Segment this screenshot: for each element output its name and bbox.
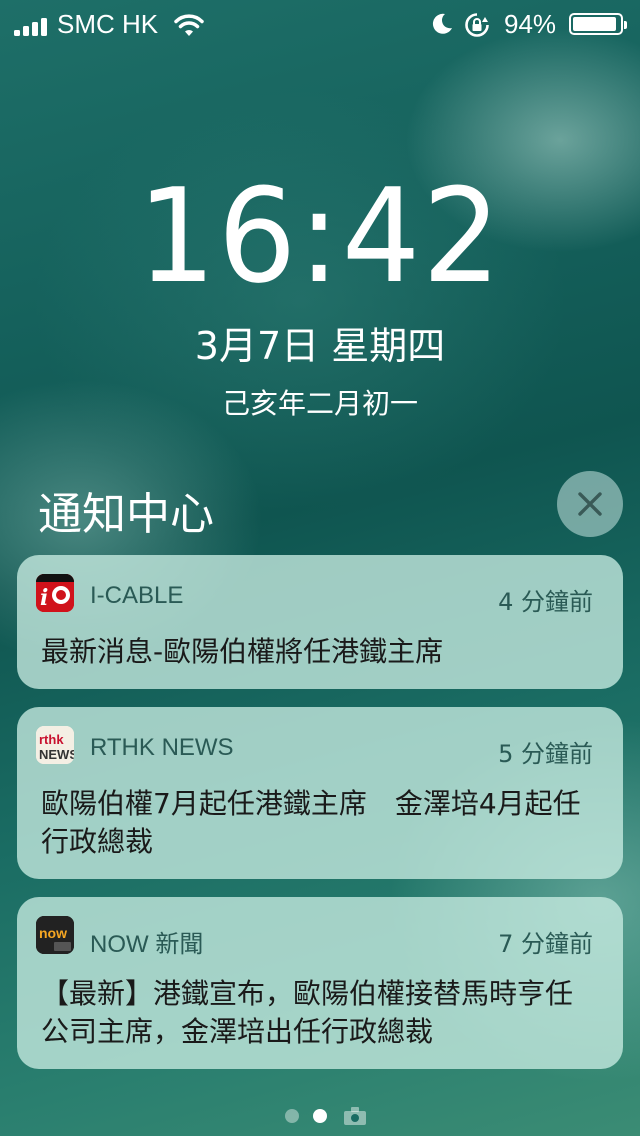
notification-time: 4 分鐘前 (498, 588, 593, 616)
notification-message: 【最新】港鐵宣布，歐陽伯權接替馬時亨任公司主席，金澤培出任行政總裁 (41, 977, 574, 1048)
svg-text:NEWS: NEWS (39, 747, 74, 762)
notification-time: 7 分鐘前 (498, 930, 593, 958)
rotation-lock-icon (465, 13, 489, 37)
now-news-app-icon: now (36, 916, 74, 954)
rthk-news-app-icon: rthk NEWS (36, 726, 74, 764)
svg-text:i: i (40, 585, 48, 611)
notification-message: 歐陽伯權7月起任港鐵主席 金澤培4月起任行政總裁 (41, 787, 581, 858)
carrier-name: SMC HK (57, 9, 159, 39)
camera-icon (344, 1107, 366, 1125)
notification-card[interactable]: now NOW 新聞 7 分鐘前 【最新】港鐵宣布，歐陽伯權接替馬時亨任公司主席… (17, 897, 623, 1069)
status-bar: SMC HK 94% (0, 0, 640, 50)
notification-card[interactable]: rthk NEWS RTHK NEWS 5 分鐘前 歐陽伯權7月起任港鐵主席 金… (17, 707, 623, 879)
notification-app-name: NOW 新聞 (90, 931, 204, 958)
wifi-icon (174, 14, 204, 36)
moon-icon (432, 13, 452, 34)
clear-notifications-button[interactable] (557, 471, 623, 537)
notification-center-title: 通知中心 (38, 489, 214, 540)
battery-icon (569, 13, 627, 35)
svg-text:now: now (39, 925, 67, 941)
notification-card[interactable]: i I-CABLE 4 分鐘前 最新消息-歐陽伯權將任港鐵主席 (17, 555, 623, 689)
lunar-date-label: 己亥年二月初一 (221, 387, 418, 420)
date-label: 3月7日 星期四 (194, 324, 446, 368)
i-cable-app-icon: i (36, 574, 74, 612)
notification-app-name: I-CABLE (90, 582, 184, 609)
notification-app-name: RTHK NEWS (90, 734, 234, 761)
notification-message: 最新消息-歐陽伯權將任港鐵主席 (41, 635, 444, 668)
page-dot (285, 1109, 299, 1123)
close-icon (578, 492, 602, 516)
notification-time: 5 分鐘前 (498, 740, 593, 768)
clock-time: 16:42 (137, 160, 503, 312)
battery-percentage: 94% (504, 9, 557, 39)
signal-icon (14, 16, 52, 36)
svg-text:rthk: rthk (39, 732, 64, 747)
page-indicator[interactable] (0, 1104, 640, 1128)
page-dot-current (313, 1109, 327, 1123)
